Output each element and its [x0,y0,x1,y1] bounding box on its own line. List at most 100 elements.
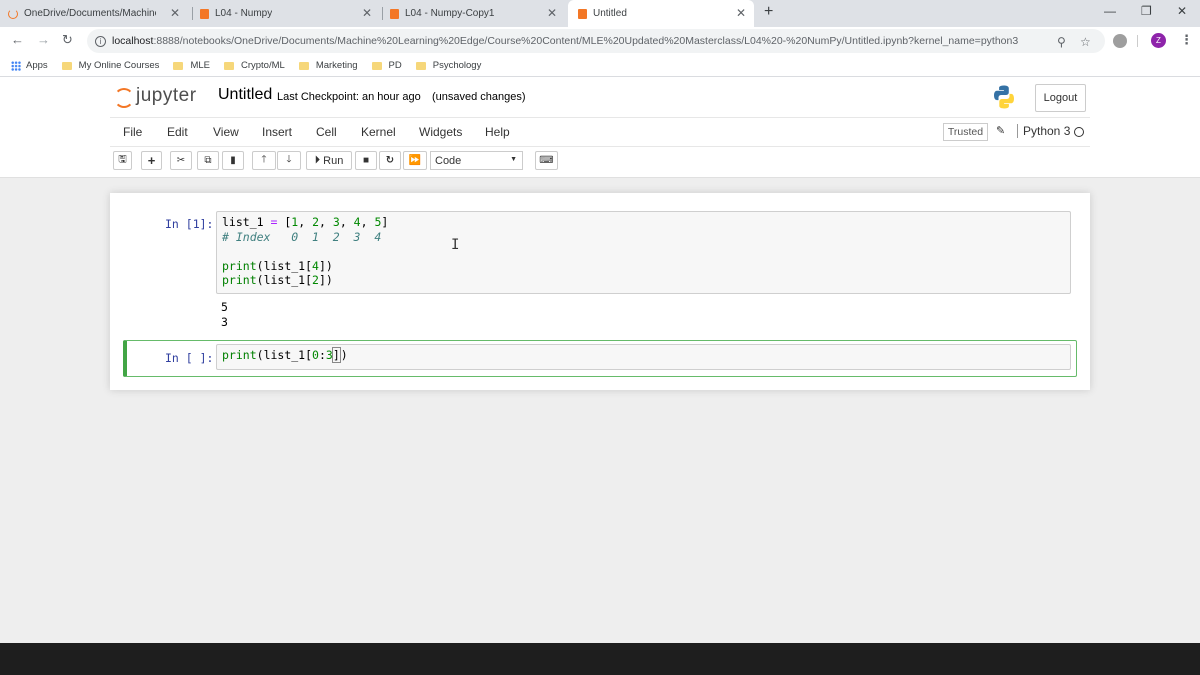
folder-icon [371,61,382,70]
python-logo-icon [994,85,1014,109]
paste-button[interactable]: ▮ [222,151,244,170]
folder-icon [415,61,426,70]
menu-cell[interactable]: Cell [316,125,337,139]
interrupt-button[interactable]: ■ [355,151,377,170]
kernel-name[interactable]: Python 3 [1017,124,1070,138]
extension-icon[interactable] [1113,34,1127,48]
bookmark-pd[interactable]: PD [371,60,402,71]
close-icon[interactable]: ✕ [736,6,746,20]
close-icon[interactable]: ✕ [547,6,557,20]
save-button[interactable]: 🖫 [113,151,132,170]
tab-title: L04 - Numpy-Copy1 [405,8,495,19]
reload-icon[interactable]: ↻ [62,32,73,48]
close-icon[interactable]: ✕ [170,6,180,20]
bookmark-mle[interactable]: MLE [173,60,210,71]
profile-avatar[interactable]: Z [1151,33,1166,48]
back-arrow-icon[interactable]: ← [11,32,24,47]
tab-title: L04 - Numpy [215,8,273,19]
tab-separator [192,7,193,20]
close-icon[interactable]: ✕ [362,6,372,20]
zoom-icon[interactable]: ⚲ [1057,35,1066,49]
new-tab-button[interactable]: + [764,3,773,21]
menu-kernel[interactable]: Kernel [361,125,396,139]
pencil-icon[interactable]: ✎ [996,124,1005,137]
copy-icon: ⧉ [204,155,212,166]
url-text: localhost:8888/notebooks/OneDrive/Docume… [112,35,1018,47]
plus-icon: + [147,153,156,168]
bookmark-label: Crypto/ML [240,60,285,71]
bookmark-label: Marketing [315,60,358,71]
jupyter-spinner-icon [8,8,18,19]
menu-bar: File Edit View Insert Cell Kernel Widget… [110,117,1090,147]
jupyter-logo[interactable]: jupyter [114,85,197,108]
menu-file[interactable]: File [123,125,142,139]
arrow-down-icon: 🡓 [286,154,292,165]
restore-icon[interactable]: ❐ [1141,4,1152,18]
notebook-name[interactable]: Untitled [218,86,272,104]
tab-untitled[interactable]: Untitled ✕ [568,0,754,27]
bookmark-star-icon[interactable]: ☆ [1080,35,1091,49]
forward-arrow-icon[interactable]: → [37,32,50,47]
tab-l04-numpy[interactable]: L04 - Numpy ✕ [200,0,380,27]
address-row: ← → ↻ i localhost:8888/notebooks/OneDriv… [0,27,1200,55]
tab-title: Untitled [593,8,627,19]
browser-tab-strip: OneDrive/Documents/Machine L ✕ L04 - Num… [0,0,1200,27]
jupyter-logo-icon [114,87,134,108]
bookmark-label: Apps [26,60,48,71]
bookmark-label: My Online Courses [78,60,160,71]
input-prompt: In [1]: [165,217,214,231]
bookmark-label: MLE [190,60,210,71]
code-cell-editor[interactable]: list_1 = [1, 2, 3, 4, 5] # Index 0 1 2 3… [216,211,1071,294]
menu-edit[interactable]: Edit [167,125,188,139]
command-palette-button[interactable]: ⌨ [535,151,558,170]
bookmark-my-online-courses[interactable]: My Online Courses [61,60,160,71]
copy-button[interactable]: ⧉ [197,151,219,170]
run-label: Run [323,154,344,167]
bookmark-apps[interactable]: Apps [11,60,48,71]
scissors-icon: ✂ [176,155,186,166]
kernel-idle-indicator [1074,127,1084,137]
move-up-button[interactable]: 🡑 [252,151,276,170]
bookmark-psychology[interactable]: Psychology [415,60,482,71]
input-prompt: In [ ]: [165,351,214,365]
step-forward-icon: ⏵ [314,154,321,166]
checkpoint-status: Last Checkpoint: an hour ago [277,91,421,103]
menu-insert[interactable]: Insert [262,125,292,139]
url-path: :8888/notebooks/OneDrive/Documents/Machi… [153,35,1019,47]
menu-widgets[interactable]: Widgets [419,125,462,139]
apps-grid-icon [11,60,21,71]
paste-icon: ▮ [230,155,236,166]
restart-button[interactable]: ↻ [379,151,401,170]
cell-type-select[interactable]: Code ▼ [430,151,523,170]
code-cell-editor[interactable]: print(list_1[0:3]) [216,344,1071,370]
ibeam-cursor-icon: I [451,237,460,253]
bottom-bar [0,643,1200,675]
move-down-button[interactable]: 🡓 [277,151,301,170]
fast-forward-icon: ⏩ [408,155,422,166]
folder-icon [298,61,309,70]
notebook-icon [390,8,399,19]
window-close-icon[interactable]: ✕ [1177,4,1187,18]
menu-view[interactable]: View [213,125,239,139]
bookmark-crypto-ml[interactable]: Crypto/ML [223,60,285,71]
chrome-menu-icon[interactable]: ⋮ [1180,32,1193,48]
tab-onedrive[interactable]: OneDrive/Documents/Machine L ✕ [8,0,188,27]
insert-cell-button[interactable]: + [141,151,162,170]
address-bar[interactable]: i localhost:8888/notebooks/OneDrive/Docu… [87,29,1105,53]
menu-help[interactable]: Help [485,125,510,139]
jupyter-header: jupyter Untitled Last Checkpoint: an hou… [0,77,1200,178]
bookmark-label: Psychology [432,60,482,71]
cut-button[interactable]: ✂ [170,151,192,170]
chevron-down-icon: ▼ [510,156,517,163]
toolbar-divider [1137,35,1138,47]
trusted-badge[interactable]: Trusted [943,123,988,141]
bookmark-marketing[interactable]: Marketing [298,60,358,71]
folder-icon [223,61,234,70]
tab-l04-numpy-copy1[interactable]: L04 - Numpy-Copy1 ✕ [390,0,565,27]
minimize-icon[interactable]: — [1104,4,1116,18]
run-button[interactable]: ⏵ Run [306,151,352,170]
output-line: 3 [221,314,228,329]
restart-run-all-button[interactable]: ⏩ [403,151,427,170]
logout-button[interactable]: Logout [1035,84,1086,112]
info-icon[interactable]: i [95,35,106,47]
